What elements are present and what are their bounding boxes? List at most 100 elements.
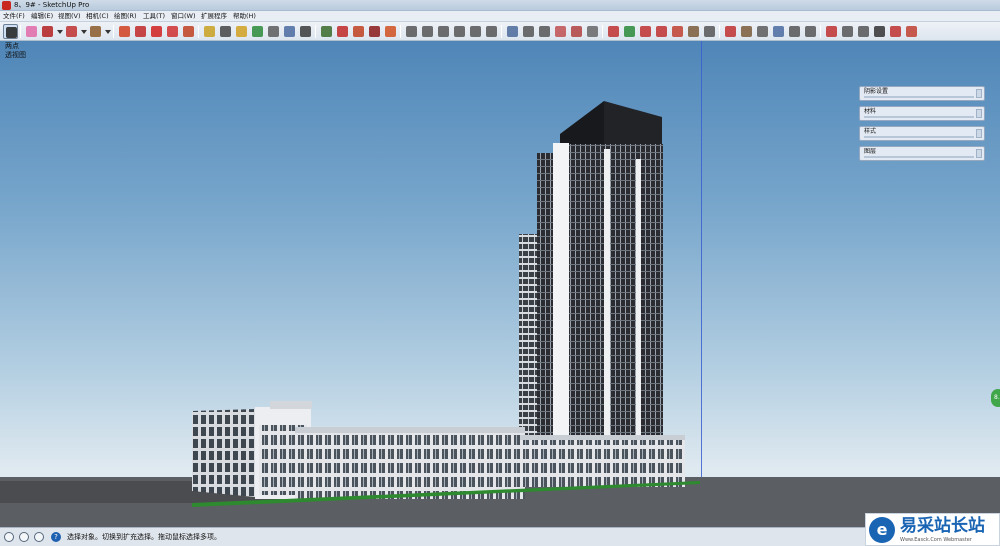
watermark-title: 易采站长站 (900, 516, 985, 536)
menu-window[interactable]: 窗口(W) (171, 12, 196, 21)
model-viewport[interactable]: 两点 透视图 阴影设置 材料 样式 图层 8. (0, 41, 1000, 527)
tape-measure-tool-button[interactable] (202, 24, 217, 39)
zoom-tool-button[interactable] (282, 24, 297, 39)
tray-panel-materials[interactable]: 材料 (859, 106, 985, 121)
shaded-icon (555, 26, 566, 37)
smoove-tool-button[interactable] (638, 24, 653, 39)
solid-subtract-tool-button[interactable] (755, 24, 770, 39)
shaded-tool-button[interactable] (553, 24, 568, 39)
user-account-icon[interactable] (34, 532, 44, 542)
watermark-logo-icon: e (869, 517, 895, 543)
top-view-tool-button[interactable] (420, 24, 435, 39)
zoom-extents-tool-button[interactable] (298, 24, 313, 39)
toolbar-separator (315, 25, 316, 38)
credits-icon[interactable] (19, 532, 29, 542)
solid-intersect-tool-button[interactable] (739, 24, 754, 39)
iso-view-tool-button[interactable] (404, 24, 419, 39)
section-plane-tool-button[interactable] (383, 24, 398, 39)
rectangle-tool-button[interactable] (88, 24, 103, 39)
textured-tool-button[interactable] (569, 24, 584, 39)
sandbox-contour-tool-button[interactable] (606, 24, 621, 39)
tray-scroll-handle[interactable] (976, 149, 982, 158)
extension-warehouse-tool-button[interactable] (351, 24, 366, 39)
solid-union-icon (725, 26, 736, 37)
tray-scroll-handle[interactable] (976, 109, 982, 118)
zoom-extents-icon (300, 26, 311, 37)
shadows-tool-button[interactable] (888, 24, 903, 39)
sandbox-scratch-tool-button[interactable] (622, 24, 637, 39)
rectangle-icon (90, 26, 101, 37)
scale-tool-button[interactable] (181, 24, 196, 39)
tray-panel-layers[interactable]: 图层 (859, 146, 985, 161)
back-view-tool-button[interactable] (468, 24, 483, 39)
3d-text-tool-button[interactable] (872, 24, 887, 39)
add-detail-tool-button[interactable] (686, 24, 701, 39)
stamp-tool-button[interactable] (654, 24, 669, 39)
eraser-tool-button[interactable] (24, 24, 39, 39)
dimension-tool-button[interactable] (840, 24, 855, 39)
menu-file[interactable]: 文件(F) (3, 12, 25, 21)
dropdown-arrow-tool-button[interactable] (104, 24, 111, 39)
solid-trim-tool-button[interactable] (771, 24, 786, 39)
section-plane-icon (385, 26, 396, 37)
orbit-tool-button[interactable] (250, 24, 265, 39)
axes-tool-button[interactable] (824, 24, 839, 39)
outer-shell-tool-button[interactable] (803, 24, 818, 39)
components-tool-button[interactable] (335, 24, 350, 39)
hidden-line-icon (539, 26, 550, 37)
xray-tool-button[interactable] (505, 24, 520, 39)
instructor-info-icon[interactable]: ? (51, 532, 61, 542)
menu-extensions[interactable]: 扩展程序 (201, 12, 227, 21)
fog-tool-button[interactable] (904, 24, 919, 39)
text-tool-tool-button[interactable] (218, 24, 233, 39)
menu-edit[interactable]: 编辑(E) (31, 12, 53, 21)
tray-scroll-handle[interactable] (976, 89, 982, 98)
tray-panel-shadows[interactable]: 阴影设置 (859, 86, 985, 101)
pan-tool-button[interactable] (266, 24, 281, 39)
solid-union-tool-button[interactable] (723, 24, 738, 39)
tray-panel-bar (864, 136, 974, 138)
dropdown-arrow-tool-button[interactable] (56, 24, 63, 39)
solid-subtract-icon (757, 26, 768, 37)
menu-help[interactable]: 帮助(H) (233, 12, 256, 21)
pencil-line-tool-button[interactable] (40, 24, 55, 39)
front-view-tool-button[interactable] (436, 24, 451, 39)
building-model[interactable] (0, 41, 1000, 527)
menu-tools[interactable]: 工具(T) (143, 12, 165, 21)
side-float-badge[interactable]: 8.8 (991, 389, 1000, 407)
site-watermark: e 易采站长站 Www.Easck.Com Webmaster (865, 513, 1000, 546)
arc-tool-button[interactable] (64, 24, 79, 39)
rotate-tool-button[interactable] (165, 24, 180, 39)
tray-panel-styles[interactable]: 样式 (859, 126, 985, 141)
3d-warehouse-tool-button[interactable] (319, 24, 334, 39)
left-view-tool-button[interactable] (484, 24, 499, 39)
top-view-icon (422, 26, 433, 37)
tower-corner-strip (553, 143, 569, 483)
menu-bar: 文件(F) 编辑(E) 视图(V) 相机(C) 绘图(R) 工具(T) 窗口(W… (0, 11, 1000, 22)
flip-edge-tool-button[interactable] (702, 24, 717, 39)
hidden-line-tool-button[interactable] (537, 24, 552, 39)
push-pull-tool-button[interactable] (117, 24, 132, 39)
move-tool-button[interactable] (149, 24, 164, 39)
layout-tool-button[interactable] (367, 24, 382, 39)
tray-panel-bar (864, 96, 974, 98)
pan-icon (268, 26, 279, 37)
shadows-icon (890, 26, 901, 37)
right-view-tool-button[interactable] (452, 24, 467, 39)
menu-view[interactable]: 视图(V) (58, 12, 81, 21)
follow-me-tool-button[interactable] (133, 24, 148, 39)
select-arrow-icon (6, 27, 17, 38)
geolocation-icon[interactable] (4, 532, 14, 542)
menu-camera[interactable]: 相机(C) (86, 12, 109, 21)
wireframe-tool-button[interactable] (521, 24, 536, 39)
protractor-tool-button[interactable] (856, 24, 871, 39)
drape-tool-button[interactable] (670, 24, 685, 39)
monochrome-tool-button[interactable] (585, 24, 600, 39)
solid-split-tool-button[interactable] (787, 24, 802, 39)
paint-bucket-tool-button[interactable] (234, 24, 249, 39)
dropdown-arrow-tool-button[interactable] (80, 24, 87, 39)
select-arrow-tool-button[interactable] (3, 24, 18, 39)
menu-draw[interactable]: 绘图(R) (114, 12, 137, 21)
tray-scroll-handle[interactable] (976, 129, 982, 138)
watermark-subtitle: Www.Easck.Com Webmaster (900, 537, 972, 543)
